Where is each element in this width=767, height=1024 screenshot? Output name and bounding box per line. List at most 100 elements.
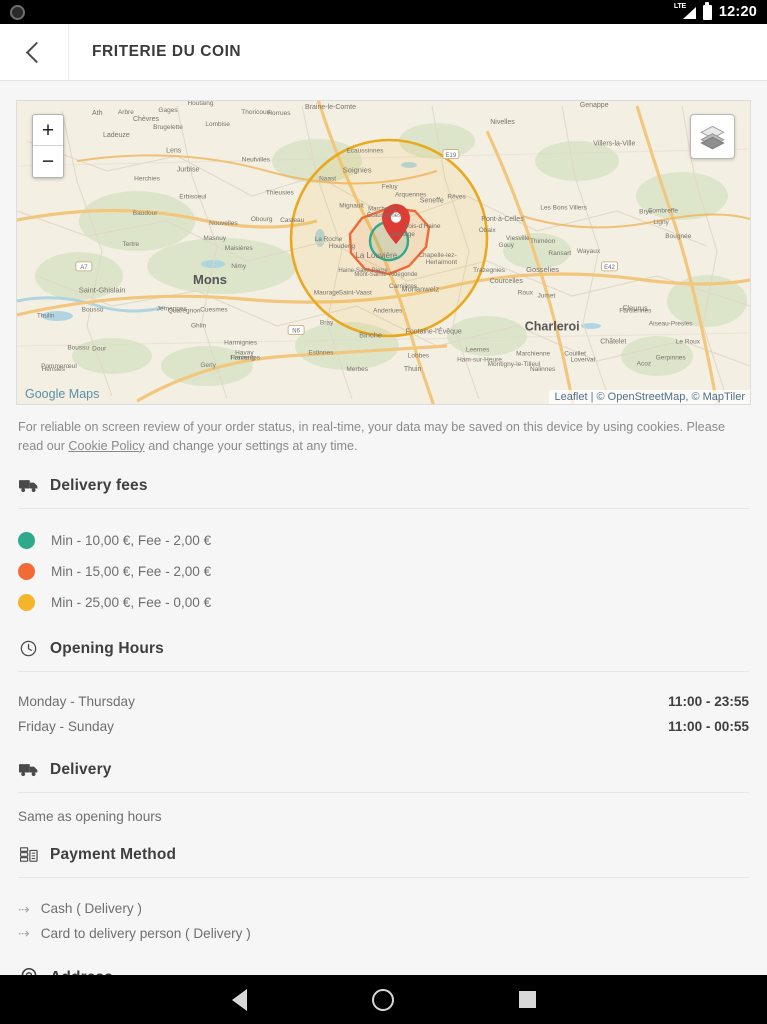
payment-row: ⇢ Cash ( Delivery ): [18, 896, 749, 921]
map-place-label: Villers-la-Ville: [593, 141, 635, 148]
scroll-content[interactable]: Mons Charleroi Soignies Braine-le-Comte Gena…: [0, 81, 767, 975]
attribution-leaflet[interactable]: Leaflet |: [555, 391, 597, 403]
map-place-label: Mons: [193, 272, 227, 287]
map-place-label: Carnières: [389, 283, 418, 290]
section-payment-method: Payment Method ⇢ Cash ( Delivery ) ⇢ Car…: [0, 844, 767, 945]
map-place-label: Lobbes: [408, 352, 430, 359]
delivery-fees-title: Delivery fees: [50, 476, 148, 494]
zoom-in-button[interactable]: +: [33, 115, 63, 146]
opening-hours-title: Opening Hours: [50, 639, 164, 657]
road-shield-label: E19: [446, 153, 457, 159]
hours-time: 11:00 - 23:55: [668, 693, 749, 709]
nav-home-circle-icon[interactable]: [371, 988, 394, 1011]
road-shield-label: A7: [80, 265, 88, 271]
attribution-maptiler[interactable]: © MapTiler: [691, 391, 745, 403]
map-place-label: La Roche: [315, 236, 343, 243]
map-place-label: Saint-Ghislain: [79, 286, 126, 295]
map-place-label: La Louvière: [355, 251, 397, 260]
map-place-label: Feluy: [382, 183, 399, 190]
divider: [18, 877, 749, 879]
map-place-label: Châtelet: [600, 338, 626, 345]
divider: [18, 508, 749, 510]
map-place-label: Braine-le-Comte: [305, 104, 356, 111]
map-pin-icon: [18, 967, 39, 975]
address-header: Address: [18, 967, 749, 975]
map-place-label: Obaix: [479, 227, 497, 234]
map-place-label: Lens: [166, 148, 182, 155]
cookie-policy-link[interactable]: Cookie Policy: [68, 439, 144, 453]
hours-day: Monday - Thursday: [18, 693, 135, 709]
map-place-label: Estinnes: [308, 349, 334, 356]
fee-label: Min - 15,00 €, Fee - 2,00 €: [51, 564, 212, 580]
map-layers-button[interactable]: [690, 114, 735, 159]
section-address: Address: [0, 967, 767, 975]
map-place-label: Masnuy: [203, 235, 227, 242]
map-place-label: Ghlin: [191, 323, 207, 330]
divider: [18, 792, 749, 794]
opening-hours-header: Opening Hours: [18, 638, 749, 671]
status-bar-left: [10, 4, 25, 20]
map-place-label: Herlaimont: [426, 259, 458, 266]
map-place-label: Houtaing: [187, 101, 213, 107]
map-attribution: Leaflet | © OpenStreetMap, © MapTiler: [548, 390, 750, 404]
nav-recents-square-icon[interactable]: [518, 991, 536, 1008]
nav-back-triangle-icon[interactable]: [231, 988, 247, 1011]
map-place-label: Gouy: [499, 242, 515, 249]
map-place-label: Ransart: [548, 250, 571, 257]
map-place-label: Ath: [92, 110, 103, 117]
map-place-label: Gosselies: [526, 265, 559, 274]
map-place-label: Soignies: [343, 166, 372, 175]
arrow-right-icon: ⇢: [18, 900, 30, 917]
map-place-label: Manage: [391, 231, 415, 238]
map-place-label: Gerly: [200, 362, 216, 369]
map-place-label: Ligny: [653, 219, 669, 226]
map-place-label: Couillet: [564, 350, 586, 357]
map-place-label: Ecaussinnes: [346, 148, 384, 155]
map-place-label: Neufvilles: [242, 157, 271, 164]
map-place-label: Herchies: [134, 176, 160, 183]
hours-day: Friday - Sunday: [18, 719, 114, 734]
signal-triangle: [682, 7, 696, 19]
fee-color-dot: [18, 532, 35, 550]
delivery-value: Same as opening hours: [18, 809, 162, 825]
attribution-osm[interactable]: © OpenStreetMap: [597, 391, 686, 403]
payment-label: Cash ( Delivery ): [40, 901, 142, 916]
fee-label: Min - 25,00 €, Fee - 0,00 €: [51, 595, 212, 611]
delivery-truck-icon: [18, 475, 39, 496]
cash-stack-icon: [18, 844, 39, 865]
map-place-label: Boussu: [67, 344, 89, 351]
map-place-label: Thuin: [404, 366, 422, 373]
map-place-label: Wayaux: [577, 248, 601, 255]
map-place-label: Tertre: [122, 241, 139, 248]
map-place-label: Naast: [319, 176, 336, 183]
google-maps-link[interactable]: Google Maps: [25, 387, 99, 401]
section-opening-hours: Opening Hours Monday - Thursday 11:00 - …: [0, 638, 767, 739]
delivery-fees-list: Min - 10,00 €, Fee - 2,00 € Min - 15,00 …: [18, 513, 749, 618]
hours-row: Monday - Thursday 11:00 - 23:55: [18, 688, 749, 714]
map-place-label: Mignault: [339, 202, 364, 209]
map-place-label: Les Bons Villers: [540, 204, 587, 211]
map-place-label: Pont-à-Celles: [481, 216, 524, 223]
map-place-label: Lombise: [205, 121, 230, 128]
map-place-label: Arbre: [118, 109, 134, 116]
map-zoom-controls[interactable]: + −: [32, 114, 64, 178]
map-canvas[interactable]: Mons Charleroi Soignies Braine-le-Comte Gena…: [17, 101, 750, 404]
delivery-truck-icon: [18, 759, 39, 780]
payment-method-list: ⇢ Cash ( Delivery ) ⇢ Card to delivery p…: [18, 882, 749, 945]
map-place-label: Nalinnes: [530, 366, 556, 373]
payment-method-header: Payment Method: [18, 844, 749, 877]
map-place-label: Dour: [92, 345, 107, 352]
map-place-label: Brugelette: [153, 124, 183, 131]
map-card[interactable]: Mons Charleroi Soignies Braine-le-Comte Gena…: [16, 100, 751, 405]
map-place-label: Courcelles: [490, 278, 524, 285]
map-place-label: Farciennes: [619, 308, 652, 315]
back-button[interactable]: [0, 24, 69, 80]
map-place-label: Jumet: [538, 293, 556, 300]
payment-row: ⇢ Card to delivery person ( Delivery ): [18, 921, 749, 946]
map-place-label: Houdeng: [329, 243, 356, 250]
map-place-label: Fontaine-l'Évêque: [406, 327, 462, 336]
map-place-label: Marchienne: [516, 350, 550, 357]
zoom-out-button[interactable]: −: [33, 146, 63, 177]
layers-icon: [700, 125, 725, 150]
fee-label: Min - 10,00 €, Fee - 2,00 €: [51, 533, 212, 549]
